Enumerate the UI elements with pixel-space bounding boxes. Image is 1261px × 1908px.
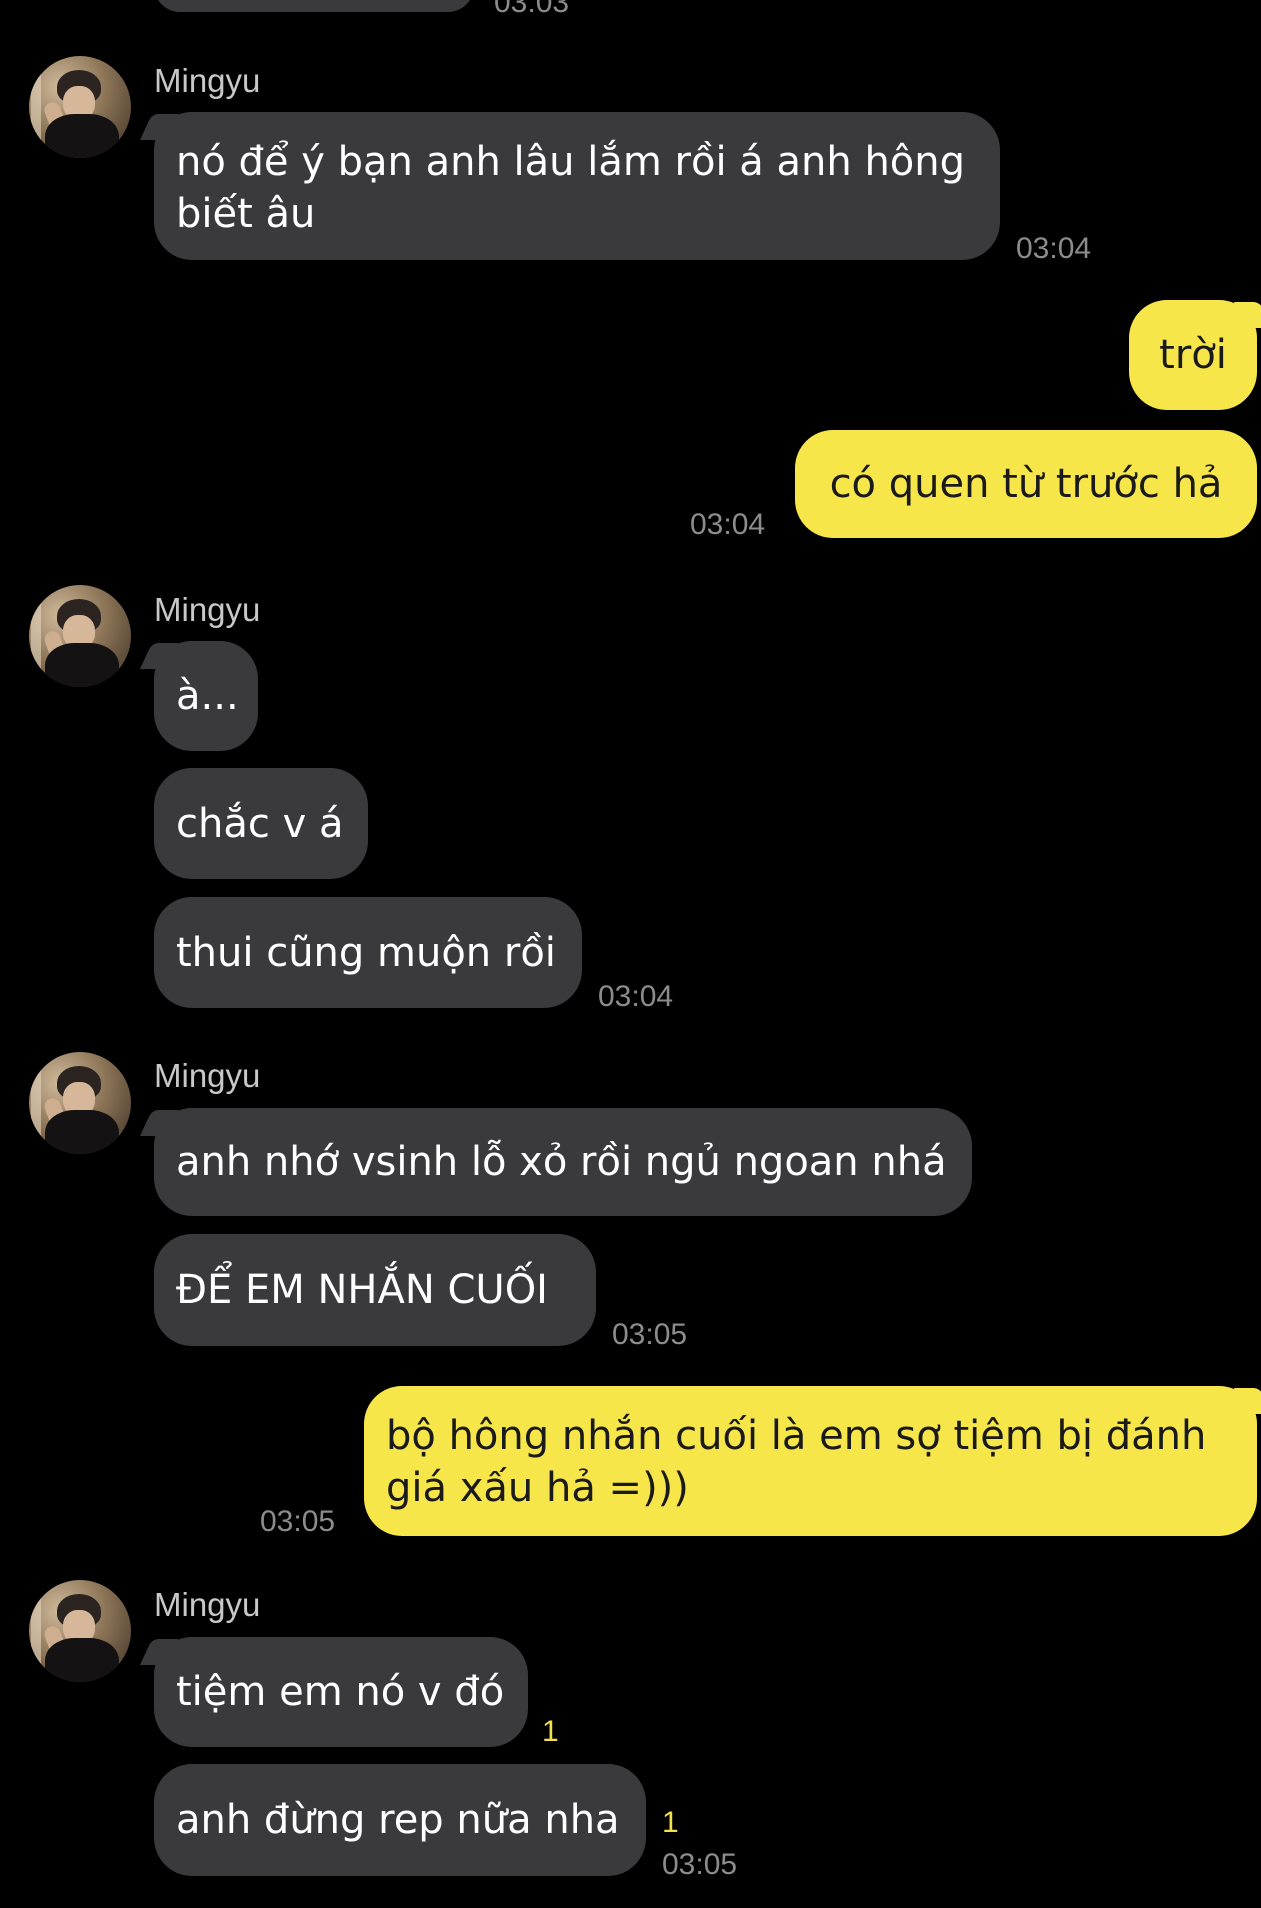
message-bubble-outgoing[interactable]: có quen từ trước hả bbox=[795, 430, 1257, 538]
message-timestamp: 03:04 bbox=[690, 508, 766, 541]
sender-avatar[interactable] bbox=[29, 56, 131, 158]
message-timestamp: 03:05 bbox=[662, 1848, 738, 1881]
message-bubble[interactable]: tiệm em nó v đó bbox=[154, 1637, 528, 1747]
message-bubble[interactable]: à... bbox=[154, 641, 258, 751]
message-timestamp: 03:04 bbox=[1016, 232, 1092, 265]
avatar-photo-frame bbox=[31, 585, 41, 687]
avatar-photo-frame bbox=[31, 1052, 41, 1154]
message-bubble-outgoing[interactable]: trời bbox=[1129, 300, 1257, 410]
avatar-photo-frame bbox=[31, 56, 41, 158]
avatar-body bbox=[45, 1110, 119, 1154]
sender-name: Mingyu bbox=[154, 1057, 261, 1094]
sender-name: Mingyu bbox=[154, 62, 261, 99]
avatar-photo-frame bbox=[31, 1580, 41, 1682]
message-timestamp: 03:05 bbox=[260, 1505, 336, 1538]
unread-count: 1 bbox=[662, 1806, 679, 1839]
message-bubble[interactable]: nó để ý bạn anh lâu lắm rồi á anh hông b… bbox=[154, 112, 1000, 260]
message-bubble[interactable]: chắc v á bbox=[154, 768, 368, 879]
message-bubble[interactable]: anh nhớ vsinh lỗ xỏ rồi ngủ ngoan nhá bbox=[154, 1108, 972, 1216]
sender-avatar[interactable] bbox=[29, 1580, 131, 1682]
message-bubble[interactable]: ĐỂ EM NHẮN CUỐI bbox=[154, 1234, 596, 1346]
message-bubble-clipped[interactable] bbox=[154, 0, 474, 12]
sender-avatar[interactable] bbox=[29, 585, 131, 687]
message-bubble[interactable]: anh đừng rep nữa nha bbox=[154, 1764, 646, 1876]
avatar-body bbox=[45, 643, 119, 687]
avatar-body bbox=[45, 114, 119, 158]
unread-count: 1 bbox=[542, 1715, 559, 1748]
sender-name: Mingyu bbox=[154, 591, 261, 628]
message-timestamp: 03:03 bbox=[494, 0, 570, 19]
message-timestamp: 03:04 bbox=[598, 980, 674, 1013]
message-bubble[interactable]: thui cũng muộn rồi bbox=[154, 897, 582, 1008]
avatar-body bbox=[45, 1638, 119, 1682]
message-timestamp: 03:05 bbox=[612, 1318, 688, 1351]
message-bubble-outgoing[interactable]: bộ hông nhắn cuối là em sợ tiệm bị đánh … bbox=[364, 1386, 1257, 1536]
sender-name: Mingyu bbox=[154, 1586, 261, 1623]
sender-avatar[interactable] bbox=[29, 1052, 131, 1154]
